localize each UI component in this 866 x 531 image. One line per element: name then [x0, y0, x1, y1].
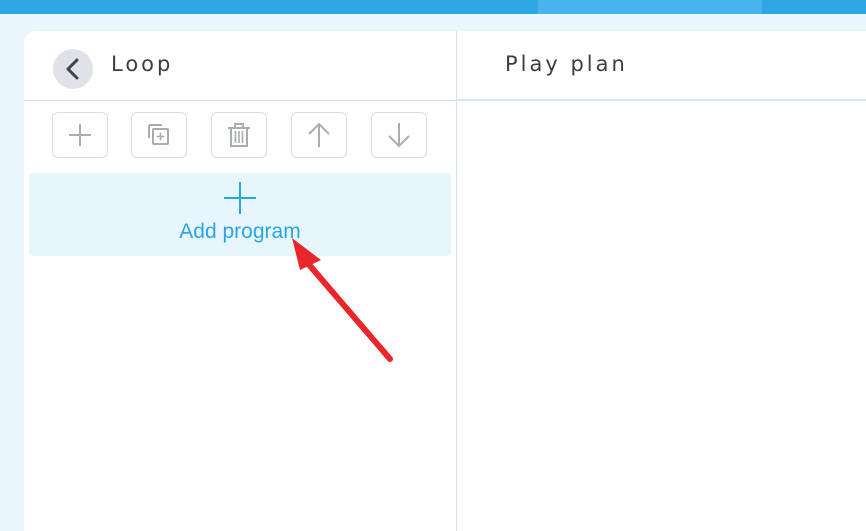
loop-pane: Loop Add program — [24, 31, 457, 531]
move-up-button[interactable] — [291, 112, 347, 158]
play-plan-header: Play plan — [457, 31, 866, 101]
chevron-left-icon — [66, 58, 79, 80]
add-program-label: Add program — [179, 220, 301, 243]
plus-icon — [224, 182, 256, 214]
loop-title: Loop — [111, 52, 174, 76]
active-top-tab[interactable] — [538, 0, 762, 14]
delete-button[interactable] — [211, 112, 267, 158]
trash-icon — [228, 123, 250, 147]
copy-icon — [148, 124, 169, 145]
loop-header: Loop — [24, 31, 456, 101]
back-button[interactable] — [53, 49, 93, 89]
editor-panel: Loop Add program Play plan — [24, 31, 866, 531]
arrow-down-icon — [388, 123, 410, 148]
add-program-button[interactable]: Add program — [29, 173, 451, 256]
copy-button[interactable] — [131, 112, 187, 158]
arrow-up-icon — [308, 122, 330, 147]
plus-icon — [69, 124, 91, 146]
add-button[interactable] — [52, 112, 108, 158]
play-plan-title: Play plan — [505, 52, 628, 76]
move-down-button[interactable] — [371, 112, 427, 158]
